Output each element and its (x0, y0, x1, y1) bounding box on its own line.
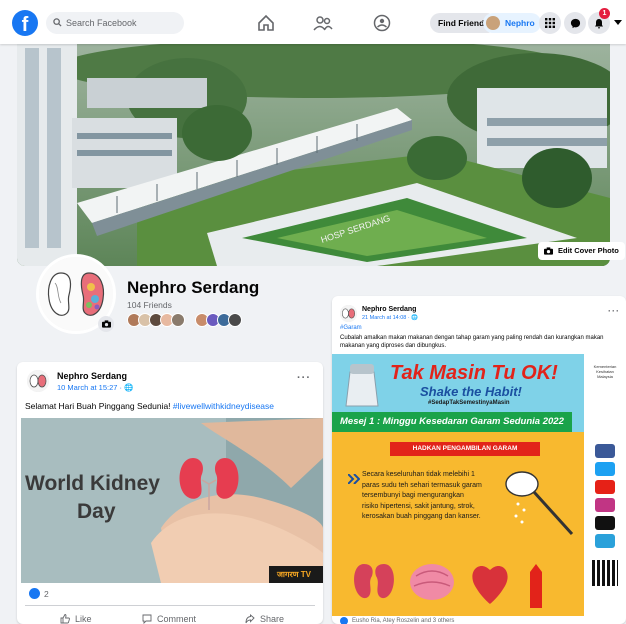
post-card: Nephro Serdang 21 March at 14:08 · 🌐 ···… (332, 296, 626, 624)
notification-badge: 1 (599, 8, 610, 19)
poster-side-panel: Kementerian Kesihatan Malaysia (584, 354, 626, 616)
post-text: Cubalah amalkan makan makanan dengan tah… (340, 335, 604, 349)
poster-subtitle: Shake the Habit! (420, 384, 522, 399)
post-timestamp[interactable]: 10 March at 15:27 · 🌐 (57, 383, 133, 392)
globe-icon: 🌐 (411, 315, 419, 321)
avatar (486, 16, 500, 30)
post-author-avatar[interactable] (27, 370, 49, 392)
friends-icon[interactable] (312, 12, 334, 34)
image-title-line1: World Kidney (25, 472, 160, 495)
poster-mesej: Mesej 1 : Minggu Kesedaran Garam Sedunia… (332, 412, 572, 432)
poster-body: Secara keseluruhan tidak melebihi 1 para… (362, 471, 482, 520)
like-reaction-icon (340, 617, 348, 624)
salt-shaker-icon (345, 364, 379, 407)
reaction-summary[interactable]: 2 (29, 588, 49, 599)
post-options-icon[interactable]: ··· (608, 306, 620, 316)
edit-cover-label: Edit Cover Photo (558, 246, 619, 255)
post-text: Selamat Hari Buah Pinggang Sedunia! #liv… (25, 401, 320, 411)
post-author-avatar[interactable] (340, 305, 357, 322)
poster-banner: HADKAN PENGAMBILAN GARAM (390, 442, 540, 456)
camera-icon (544, 247, 553, 255)
qr-code (592, 560, 618, 586)
profile-camera-icon[interactable] (98, 316, 114, 332)
account-chevron-down-icon[interactable] (611, 12, 625, 34)
hospital-aerial-image: HOSP SERDANG (17, 38, 610, 266)
image-title-line2: Day (77, 500, 116, 523)
menu-grid-icon[interactable] (539, 12, 561, 34)
like-button[interactable]: Like (60, 614, 92, 624)
post-options-icon[interactable]: ··· (297, 372, 311, 384)
post-timestamp[interactable]: 21 March at 14:08 · 🌐 (362, 315, 418, 321)
moh-label: Kementerian Kesihatan Malaysia (593, 364, 617, 379)
comment-label: Comment (157, 614, 197, 624)
friends-count[interactable]: 104 Friends (127, 300, 172, 310)
search-placeholder: Search Facebook (66, 18, 137, 28)
organ-illustrations (354, 564, 542, 608)
home-icon[interactable] (255, 12, 277, 34)
reaction-count: 2 (44, 588, 49, 599)
thumbs-up-icon (60, 614, 70, 624)
double-chevron-icon (348, 474, 360, 484)
post-author-name[interactable]: Nephro Serdang (362, 306, 416, 313)
friend-avatar[interactable] (228, 313, 242, 327)
search-icon (53, 18, 62, 27)
instagram-social-icon (595, 498, 615, 512)
edit-cover-photo-button[interactable]: Edit Cover Photo (538, 242, 625, 260)
share-icon (245, 614, 255, 624)
cover-photo[interactable]: HOSP SERDANG (17, 38, 610, 266)
post-body: Selamat Hari Buah Pinggang Sedunia! (25, 401, 173, 411)
share-label: Share (260, 614, 285, 624)
reaction-names: Eusho Ria, Atey Roszelin and 3 others (352, 618, 455, 624)
tiktok-social-icon (595, 516, 615, 530)
profile-name: Nephro Serdang (127, 278, 260, 297)
messenger-icon[interactable] (564, 12, 586, 34)
like-reaction-icon (29, 588, 40, 599)
post-time: 10 March at 15:27 · (57, 383, 125, 392)
comment-button[interactable]: Comment (142, 614, 196, 624)
top-navigation-bar: f Search Facebook Find Friends Nephro 1 (0, 0, 626, 44)
poster-tag: #SedapTakSemestinyaMasin (428, 400, 510, 406)
comment-icon (142, 614, 152, 624)
friend-avatar[interactable] (171, 313, 185, 327)
groups-icon[interactable] (371, 12, 393, 34)
globe-icon: 🌐 (124, 383, 134, 392)
telegram-social-icon (595, 534, 615, 548)
kidney-hands-illustration (21, 418, 323, 583)
poster-title: Tak Masin Tu OK! (390, 362, 558, 384)
divider (25, 605, 315, 606)
world-kidney-day-image[interactable]: World Kidney Day जागरण TV (21, 418, 323, 583)
post-time: 21 March at 14:08 · (362, 315, 412, 321)
facebook-social-icon (595, 444, 615, 458)
watermark-logo: जागरण TV (277, 570, 312, 579)
twitter-social-icon (595, 462, 615, 476)
post-author-name[interactable]: Nephro Serdang (57, 371, 127, 381)
search-input[interactable]: Search Facebook (46, 12, 184, 34)
salt-awareness-poster[interactable]: Tak Masin Tu OK! Shake the Habit! #Sedap… (332, 354, 626, 616)
reaction-summary[interactable]: Eusho Ria, Atey Roszelin and 3 others (340, 617, 454, 624)
profile-shortcut[interactable]: Nephro (483, 13, 541, 33)
like-label: Like (75, 614, 92, 624)
share-button[interactable]: Share (245, 614, 284, 624)
profile-chip-label: Nephro (505, 18, 535, 28)
post-card: Nephro Serdang 10 March at 15:27 · 🌐 ···… (17, 362, 323, 624)
hashtag-link[interactable]: #livewellwithkidneydisease (173, 401, 274, 411)
teaspoon-illustration (505, 471, 574, 536)
facebook-logo[interactable]: f (12, 10, 38, 36)
youtube-social-icon (595, 480, 615, 494)
hashtag-link[interactable]: #Garam (340, 325, 362, 331)
